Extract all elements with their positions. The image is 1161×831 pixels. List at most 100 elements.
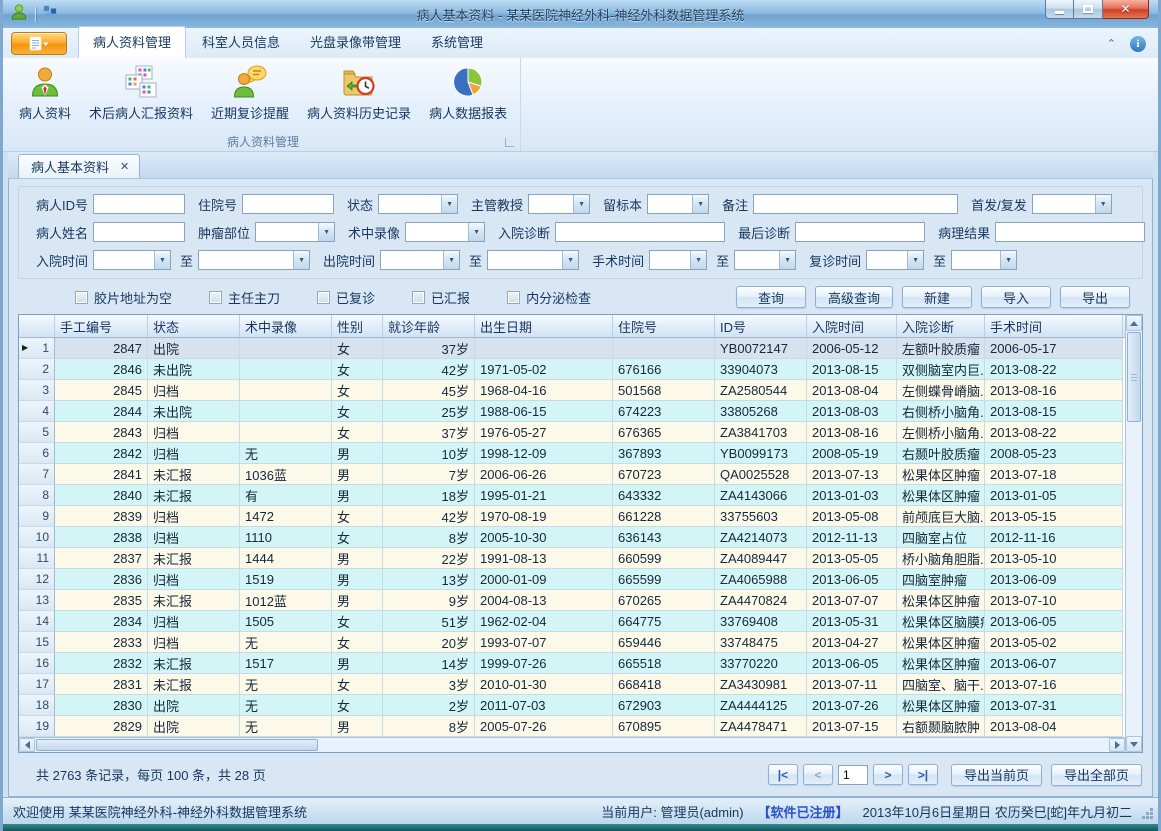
admission-diagnosis-field[interactable] — [555, 222, 725, 242]
column-header[interactable]: 出生日期 — [475, 315, 613, 337]
tab-system-management[interactable]: 系统管理 — [417, 27, 497, 58]
column-header[interactable]: 入院诊断 — [897, 315, 985, 337]
status-select[interactable]: ▼ — [378, 194, 458, 214]
tab-patient-data-management[interactable]: 病人资料管理 — [78, 26, 186, 58]
row-header[interactable]: 8 — [19, 485, 55, 506]
table-row[interactable]: 192829出院无男8岁2005-07-26670895ZA4478471201… — [19, 716, 1125, 737]
horizontal-scrollbar[interactable] — [19, 737, 1125, 752]
table-row[interactable]: 22846未出院女42岁1971-05-02676166339040732013… — [19, 359, 1125, 380]
table-row[interactable]: 72841未汇报1036蓝男7岁2006-06-26670723QA002552… — [19, 464, 1125, 485]
history-record-button[interactable]: 病人资料历史记录 — [298, 60, 420, 132]
table-row[interactable]: 132835未汇报1012蓝男9岁2004-08-13670265ZA44708… — [19, 590, 1125, 611]
chief-surgeon-checkbox[interactable]: 主任主刀 — [209, 288, 280, 307]
dialog-launcher-icon[interactable] — [505, 138, 514, 147]
tab-department-staff-info[interactable]: 科室人员信息 — [188, 27, 294, 58]
checkbox-box[interactable] — [507, 291, 520, 304]
revisit-time-from-select[interactable]: ▼ — [866, 250, 924, 270]
column-header[interactable]: 术中录像 — [240, 315, 332, 337]
scroll-up-icon[interactable] — [1126, 315, 1142, 331]
column-header[interactable]: 手术时间 — [985, 315, 1123, 337]
table-row[interactable]: 142834归档1505女51岁1962-02-0466477533769408… — [19, 611, 1125, 632]
scroll-left-icon[interactable] — [19, 738, 35, 752]
row-header[interactable]: ▶1 — [19, 338, 55, 359]
page-number-input[interactable] — [838, 765, 868, 785]
prev-page-button[interactable]: < — [803, 764, 833, 785]
admission-number-field[interactable] — [242, 194, 334, 214]
row-header[interactable]: 5 — [19, 422, 55, 443]
help-info-icon[interactable]: i — [1130, 36, 1146, 52]
professor-select[interactable]: ▼ — [528, 194, 590, 214]
row-header[interactable]: 9 — [19, 506, 55, 527]
film-address-empty-checkbox[interactable]: 胶片地址为空 — [75, 288, 172, 307]
tab-disc-tape-management[interactable]: 光盘录像带管理 — [296, 27, 415, 58]
vertical-scroll-thumb[interactable] — [1127, 332, 1141, 422]
row-header[interactable]: 13 — [19, 590, 55, 611]
quick-access-icon[interactable] — [43, 5, 57, 24]
table-row[interactable]: 172831未汇报无女3岁2010-01-30668418ZA343098120… — [19, 674, 1125, 695]
row-header[interactable]: 19 — [19, 716, 55, 737]
checkbox-box[interactable] — [209, 291, 222, 304]
table-row[interactable]: 62842归档无男10岁1998-12-09367893YB0099173200… — [19, 443, 1125, 464]
row-header[interactable]: 3 — [19, 380, 55, 401]
revisit-reminder-button[interactable]: 近期复诊提醒 — [202, 60, 298, 132]
resize-grip[interactable] — [1150, 816, 1153, 819]
patient-name-field[interactable] — [93, 222, 185, 242]
table-row[interactable]: 32845归档女45岁1968-04-16501568ZA25805442013… — [19, 380, 1125, 401]
close-button[interactable]: ✕ — [1103, 0, 1149, 19]
surgery-time-from-select[interactable]: ▼ — [649, 250, 707, 270]
tumor-site-select[interactable]: ▼ — [255, 222, 335, 242]
patient-data-button[interactable]: 病人资料 — [10, 60, 80, 132]
table-row[interactable]: 82840未汇报有男18岁1995-01-21643332ZA414306620… — [19, 485, 1125, 506]
data-report-button[interactable]: 病人数据报表 — [420, 60, 516, 132]
first-relapse-select[interactable]: ▼ — [1032, 194, 1112, 214]
horizontal-scroll-thumb[interactable] — [36, 739, 318, 751]
column-header[interactable]: 就诊年龄 — [383, 315, 475, 337]
checkbox-box[interactable] — [317, 291, 330, 304]
surgery-video-select[interactable]: ▼ — [405, 222, 485, 242]
row-header[interactable]: 16 — [19, 653, 55, 674]
column-header[interactable]: 性别 — [332, 315, 383, 337]
new-button[interactable]: 新建 — [902, 286, 972, 308]
export-current-page-button[interactable]: 导出当前页 — [951, 764, 1042, 786]
column-header[interactable]: 手工编号 — [55, 315, 148, 337]
table-row[interactable]: 112837未汇报1444男22岁1991-08-13660599ZA40894… — [19, 548, 1125, 569]
row-header[interactable]: 6 — [19, 443, 55, 464]
checkbox-box[interactable] — [412, 291, 425, 304]
collapse-ribbon-icon[interactable]: ⌃ — [1107, 39, 1116, 50]
table-row[interactable]: 162832未汇报1517男14岁1999-07-266655183377022… — [19, 653, 1125, 674]
row-header[interactable]: 15 — [19, 632, 55, 653]
admission-time-from-select[interactable]: ▼ — [93, 250, 171, 270]
column-header[interactable]: 住院号 — [613, 315, 715, 337]
reported-checkbox[interactable]: 已汇报 — [412, 288, 470, 307]
export-all-pages-button[interactable]: 导出全部页 — [1051, 764, 1142, 786]
revisited-checkbox[interactable]: 已复诊 — [317, 288, 375, 307]
column-header[interactable]: 状态 — [148, 315, 240, 337]
maximize-button[interactable] — [1074, 0, 1103, 19]
app-menu-button[interactable] — [11, 32, 67, 55]
row-header[interactable]: 11 — [19, 548, 55, 569]
table-row[interactable]: 122836归档1519男13岁2000-01-09665599ZA406598… — [19, 569, 1125, 590]
discharge-time-from-select[interactable]: ▼ — [380, 250, 460, 270]
revisit-time-to-select[interactable]: ▼ — [951, 250, 1017, 270]
row-header[interactable]: 7 — [19, 464, 55, 485]
remarks-field[interactable] — [753, 194, 958, 214]
row-header[interactable]: 14 — [19, 611, 55, 632]
row-header[interactable]: 10 — [19, 527, 55, 548]
vertical-scrollbar[interactable] — [1125, 315, 1142, 752]
last-page-button[interactable]: >| — [908, 764, 938, 785]
table-row[interactable]: 92839归档1472女42岁1970-08-19661228337556032… — [19, 506, 1125, 527]
advanced-query-button[interactable]: 高级查询 — [815, 286, 893, 308]
registered-link[interactable]: 【软件已注册】 — [758, 802, 849, 821]
table-row[interactable]: 52843归档女37岁1976-05-27676365ZA38417032013… — [19, 422, 1125, 443]
export-button[interactable]: 导出 — [1060, 286, 1130, 308]
first-page-button[interactable]: |< — [768, 764, 798, 785]
next-page-button[interactable]: > — [873, 764, 903, 785]
table-row[interactable]: ▶12847出院女37岁YB00721472006-05-12左额叶胶质瘤200… — [19, 338, 1125, 359]
table-row[interactable]: 42844未出院女25岁1988-06-15674223338052682013… — [19, 401, 1125, 422]
query-button[interactable]: 查询 — [736, 286, 806, 308]
pathology-result-field[interactable] — [995, 222, 1145, 242]
import-button[interactable]: 导入 — [981, 286, 1051, 308]
doc-tab-patient-basic-info[interactable]: 病人基本资料 ✕ — [18, 154, 140, 178]
checkbox-box[interactable] — [75, 291, 88, 304]
column-header[interactable]: 入院时间 — [807, 315, 897, 337]
